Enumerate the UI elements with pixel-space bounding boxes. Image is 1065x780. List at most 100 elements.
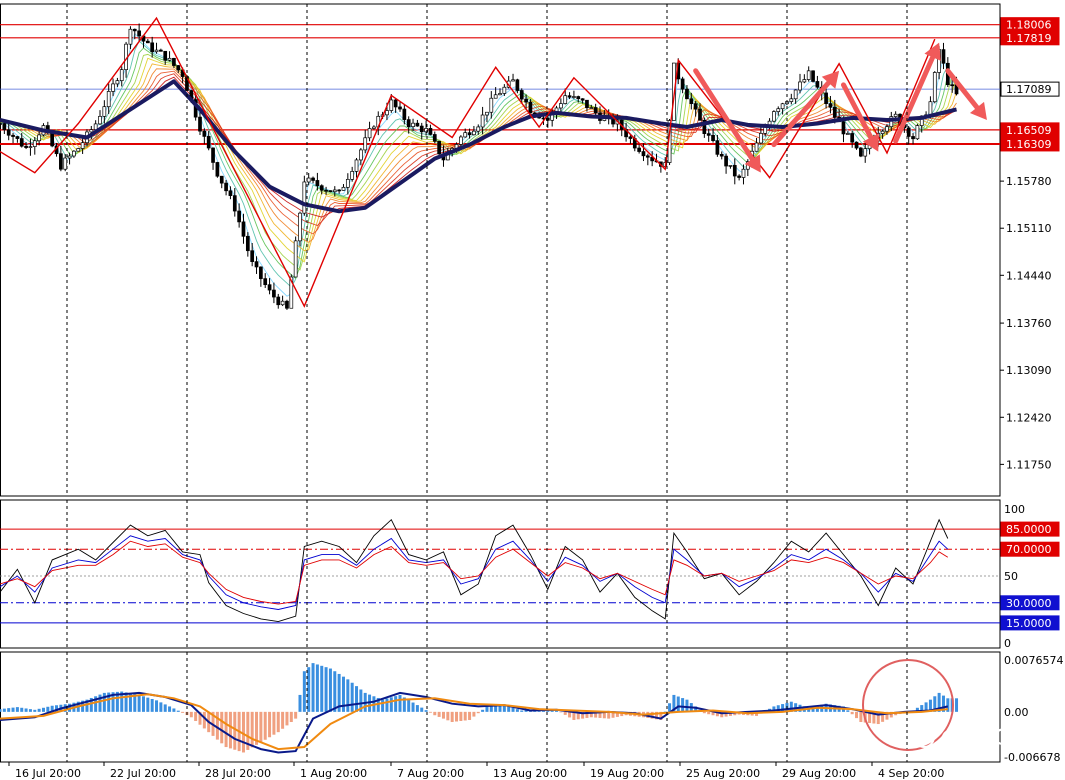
candle-body <box>24 145 28 148</box>
candle-body <box>741 168 746 178</box>
candle-body <box>641 151 646 157</box>
candle-body <box>15 136 20 139</box>
candle-body <box>315 180 320 187</box>
macd-histogram-bar <box>481 709 485 712</box>
macd-histogram-bar <box>24 708 28 712</box>
date-label: 19 Aug 20:00 <box>590 767 664 780</box>
candle-body <box>89 129 94 133</box>
candle-body <box>198 116 202 132</box>
candle-body <box>580 98 585 101</box>
macd-histogram-bar <box>137 694 141 712</box>
candle-body <box>437 140 441 155</box>
macd-histogram-bar <box>281 711 285 729</box>
candle-body <box>393 99 398 108</box>
candle-body <box>411 122 415 128</box>
macd-histogram-bar <box>511 707 515 712</box>
date-label: 22 Jul 20:00 <box>110 767 176 780</box>
macd-histogram-bar <box>250 711 254 748</box>
candle-body <box>932 72 937 103</box>
candle-body <box>250 250 255 262</box>
candle-body <box>385 110 389 116</box>
candle-body <box>363 137 368 151</box>
candle-body <box>915 125 920 140</box>
macd-bottom-label: -0.006678 <box>1004 751 1060 764</box>
candle-body <box>19 138 24 147</box>
candle-body <box>367 128 372 139</box>
candle-body <box>6 129 11 136</box>
candle-body <box>459 136 463 145</box>
macd-histogram-bar <box>298 694 302 712</box>
price-level-label: 1.17819 <box>1006 32 1052 45</box>
candle-body <box>332 189 337 193</box>
macd-histogram-bar <box>433 711 437 716</box>
candle-body <box>59 153 63 170</box>
macd-histogram-bar <box>33 709 37 712</box>
candle-body <box>685 88 689 100</box>
candle-body <box>2 123 7 131</box>
price-tick-label: 1.15780 <box>1006 175 1052 188</box>
macd-histogram-bar <box>194 711 198 721</box>
macd-histogram-bar <box>855 711 859 719</box>
candle-body <box>680 78 685 90</box>
candle-body <box>145 40 150 44</box>
candle-body <box>106 91 111 108</box>
candle-body <box>345 178 350 188</box>
macd-histogram-bar <box>568 711 572 718</box>
candle-body <box>267 284 272 291</box>
candle-body <box>511 79 515 82</box>
candle-body <box>63 157 68 170</box>
candle-body <box>593 107 598 114</box>
macd-histogram-bar <box>446 711 450 721</box>
macd-histogram-bar <box>176 710 180 712</box>
candle-body <box>528 101 533 114</box>
candle-body <box>293 240 298 278</box>
candle-body <box>80 142 85 149</box>
macd-histogram-bar <box>476 711 480 714</box>
macd-histogram-bar <box>311 663 315 712</box>
candle-body <box>715 140 720 155</box>
candle-body <box>859 147 863 157</box>
oscillator-top-label: 100 <box>1004 503 1025 516</box>
candle-body <box>154 49 159 53</box>
watermark-text: @TMGM <box>940 726 1030 751</box>
price-level-label: 1.17089 <box>1006 83 1052 96</box>
candle-body <box>98 115 102 125</box>
candle-body <box>754 142 759 152</box>
macd-histogram-bar <box>515 709 519 712</box>
oscillator-level-label: 15.0000 <box>1006 617 1052 630</box>
price-tick-label: 1.14440 <box>1006 269 1052 282</box>
candle-body <box>137 30 141 37</box>
macd-histogram-bar <box>263 711 267 740</box>
candle-body <box>893 113 898 117</box>
macd-histogram-bar <box>20 707 24 712</box>
macd-histogram-bar <box>328 668 332 712</box>
macd-histogram-bar <box>41 707 45 712</box>
macd-histogram-bar <box>172 708 176 712</box>
macd-histogram-bar <box>46 706 50 712</box>
macd-histogram-bar <box>159 702 163 712</box>
candle-body <box>524 98 528 103</box>
price-panel <box>0 3 1001 497</box>
candle-body <box>737 175 741 178</box>
macd-histogram-bar <box>189 711 193 718</box>
date-label: 13 Aug 20:00 <box>493 767 567 780</box>
macd-histogram-bar <box>315 664 319 712</box>
macd-histogram-bar <box>37 708 41 712</box>
candle-body <box>241 221 246 237</box>
macd-histogram-bar <box>224 711 228 748</box>
candle-body <box>37 134 41 142</box>
candle-body <box>772 111 776 122</box>
candle-body <box>341 186 346 191</box>
oscillator-mid-label: 50 <box>1004 570 1018 583</box>
macd-histogram-bar <box>468 711 472 720</box>
candle-body <box>263 278 268 286</box>
macd-histogram-bar <box>220 711 224 744</box>
candle-body <box>485 111 489 116</box>
candle-body <box>167 57 172 61</box>
candle-body <box>711 135 715 141</box>
candle-body <box>841 121 846 135</box>
price-level-label: 1.18006 <box>1006 19 1052 32</box>
candle-body <box>793 89 798 100</box>
candle-body <box>698 108 702 121</box>
macd-histogram-bar <box>489 706 493 712</box>
